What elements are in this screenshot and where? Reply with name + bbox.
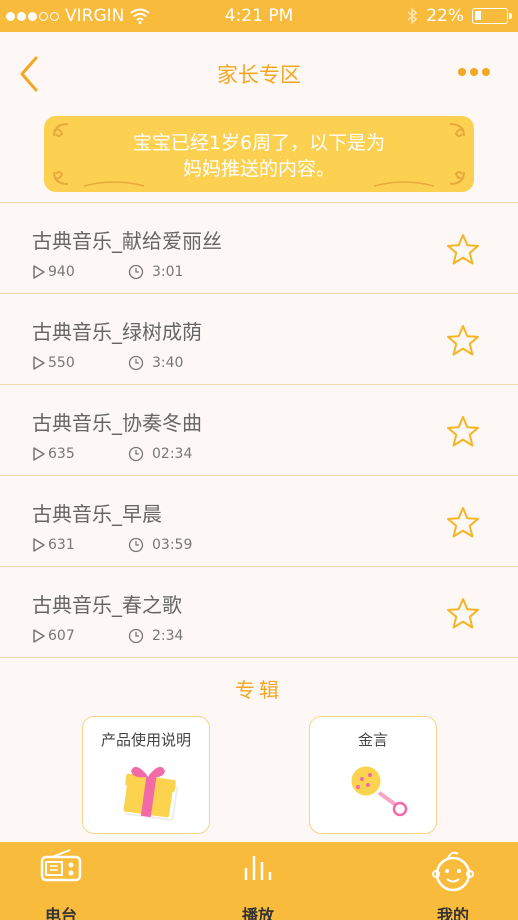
favorite-star-icon[interactable] [446,506,480,540]
tab-label: 播放 [241,906,274,920]
play-count-icon [33,538,45,552]
track-title: 古典音乐_春之歌 [32,593,182,617]
track-row[interactable]: 古典音乐_协奏冬曲 635 02:34 [0,385,518,476]
more-options-icon[interactable] [458,68,490,76]
play-count: 940 [32,264,128,280]
notice-banner: 宝宝已经1岁6周了，以下是为 妈妈推送的内容。 [44,116,474,192]
page-title: 家长专区 [217,63,301,87]
track-row[interactable]: 古典音乐_早晨 631 03:59 [0,476,518,567]
tab-radio[interactable]: 电台 [26,848,96,920]
clock-icon [128,355,144,371]
play-count-value: 550 [48,355,75,371]
play-count: 607 [32,628,128,644]
status-bar: VIRGIN 4:21 PM 22% [0,0,518,32]
battery-percent: 22% [426,6,464,26]
duration-value: 02:34 [152,446,193,462]
clock-icon [128,264,144,280]
duration-value: 3:40 [152,355,184,371]
play-count-value: 607 [48,628,75,644]
play-count: 631 [32,537,128,553]
play-count-value: 635 [48,446,75,462]
album-card-golden-words[interactable]: 金言 [309,716,437,834]
track-meta: 635 02:34 [32,446,192,462]
tab-label: 我的 [436,906,469,920]
track-row[interactable]: 古典音乐_春之歌 607 2:34 [0,567,518,658]
track-row[interactable]: 古典音乐_献给爱丽丝 940 3:01 [0,203,518,294]
track-list: 古典音乐_献给爱丽丝 940 3:01 古典音乐_绿树成荫 550 3:40 古典音乐_协奏… [0,202,518,658]
track-title: 古典音乐_献给爱丽丝 [32,229,222,253]
play-count-icon [33,447,45,461]
play-count-icon [33,356,45,370]
favorite-star-icon[interactable] [446,233,480,267]
banner-line-1: 宝宝已经1岁6周了，以下是为 [132,132,386,154]
tab-bar: 电台 播放 我的 [0,842,518,920]
banner-line-2: 妈妈推送的内容。 [182,158,335,180]
track-title: 古典音乐_早晨 [32,502,162,526]
radio-icon [40,849,82,882]
favorite-star-icon[interactable] [446,415,480,449]
album-label: 金言 [357,731,388,749]
duration-value: 3:01 [152,264,184,280]
tab-play[interactable]: 播放 [223,848,293,920]
favorite-star-icon[interactable] [446,597,480,631]
duration-value: 2:34 [152,628,184,644]
track-meta: 940 3:01 [32,264,183,280]
duration-value: 03:59 [152,537,193,553]
rattle-icon [348,763,408,817]
play-count-value: 631 [48,537,75,553]
clock-icon [128,628,144,644]
tab-mine[interactable]: 我的 [418,848,488,920]
tab-label: 电台 [44,906,77,920]
track-row[interactable]: 古典音乐_绿树成荫 550 3:40 [0,294,518,385]
duration: 03:59 [128,537,192,553]
albums-section-title: 专辑 [235,678,283,702]
duration: 3:01 [128,264,183,280]
play-count: 550 [32,355,128,371]
track-title: 古典音乐_绿树成荫 [32,320,202,344]
clock-icon [128,446,144,462]
clock-icon [128,537,144,553]
play-count-value: 940 [48,264,75,280]
album-label: 产品使用说明 [100,731,191,749]
track-meta: 607 2:34 [32,628,183,644]
duration: 02:34 [128,446,192,462]
track-meta: 631 03:59 [32,537,192,553]
bluetooth-icon [407,7,418,25]
track-meta: 550 3:40 [32,355,183,371]
duration: 3:40 [128,355,183,371]
duration: 2:34 [128,628,183,644]
play-count-icon [33,629,45,643]
equalizer-icon [244,856,272,880]
play-count-icon [33,265,45,279]
track-title: 古典音乐_协奏冬曲 [32,411,202,435]
battery-icon [472,8,512,24]
baby-face-icon [432,851,474,892]
navigation-bar: 家长专区 [0,32,518,114]
album-card-manual[interactable]: 产品使用说明 [82,716,210,834]
gift-icon [123,766,178,821]
favorite-star-icon[interactable] [446,324,480,358]
play-count: 635 [32,446,128,462]
